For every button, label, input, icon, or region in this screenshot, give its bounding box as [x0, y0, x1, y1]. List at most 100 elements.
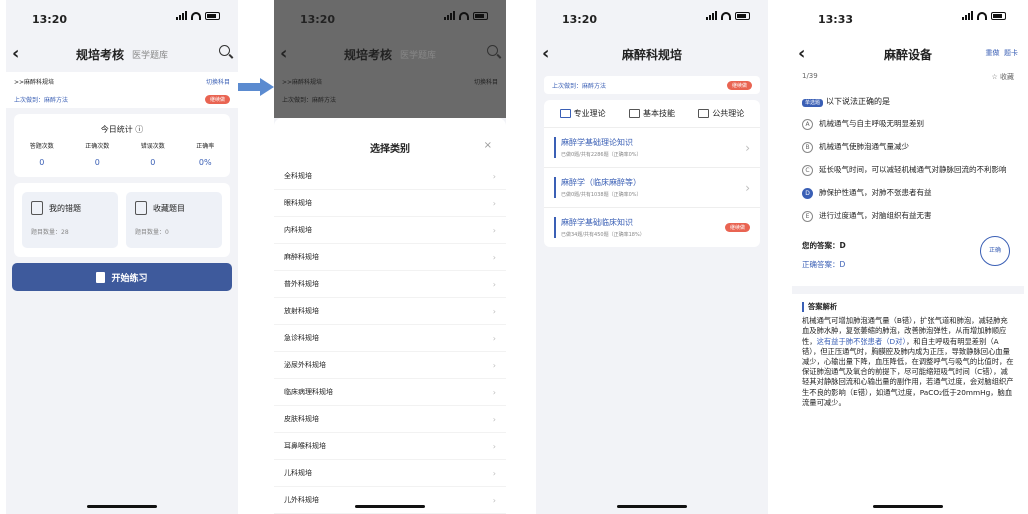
redo-button[interactable]: 重做: [986, 49, 1000, 57]
back-icon[interactable]: ‹: [12, 43, 19, 64]
category-option[interactable]: 儿科规培 ›: [274, 460, 506, 487]
course-name: >>麻醉科规培: [14, 78, 55, 86]
last-done-text: 上次做到：麻醉方法: [14, 96, 69, 104]
my-lists-card: 我的错题 题目数量：28 收藏题目 题目数量：0: [14, 183, 230, 257]
dim-overlay[interactable]: 13:20 ‹ 规培考核 医学题库 >>麻醉科规培 切换科目 上次做到：麻醉方法: [274, 0, 506, 118]
chevron-right-icon: ›: [492, 468, 496, 478]
choice-a[interactable]: A 机械通气与自主呼吸无明显差别: [792, 113, 1024, 136]
home-indicator: [617, 505, 687, 508]
category-option[interactable]: 内科规培 ›: [274, 217, 506, 244]
chevron-right-icon: ›: [492, 252, 496, 262]
wrong-questions-tile[interactable]: 我的错题 题目数量：28: [22, 192, 118, 248]
arrow-icon: [238, 78, 274, 96]
continue-badge[interactable]: 继续做: [726, 80, 752, 90]
category-option[interactable]: 耳鼻喉科规培 ›: [274, 433, 506, 460]
category-item[interactable]: 麻醉学基础临床知识 已做34题/共有450题（正确率18%） 继续做: [544, 207, 760, 247]
home-indicator: [355, 505, 425, 508]
signal-icon: [962, 11, 973, 20]
correct-answer: 正确答案：D: [802, 260, 846, 269]
category-option[interactable]: 皮肤科规培 ›: [274, 406, 506, 433]
choice-c[interactable]: C 延长吸气时间，可以减轻机械通气对静脉回流的不利影响: [792, 159, 1024, 182]
correct-stamp: 正确: [980, 236, 1010, 266]
signal-icon: [706, 11, 717, 20]
nav-bar: ‹ 规培考核 医学题库: [6, 40, 238, 68]
chevron-right-icon: ›: [492, 333, 496, 343]
search-icon[interactable]: [219, 45, 230, 56]
signal-icon: [176, 11, 187, 20]
choice-d[interactable]: D 肺保护性通气，对肺不张患者有益: [792, 182, 1024, 205]
chevron-right-icon: ›: [492, 387, 496, 397]
continue-badge[interactable]: 继续做: [204, 94, 230, 104]
favorite-button[interactable]: ☆ 收藏: [991, 72, 1014, 82]
stat-rate: 正确率 0%: [196, 143, 215, 167]
bookmark-icon: [135, 201, 147, 215]
chevron-right-icon: ›: [492, 495, 496, 505]
question-progress: 1/39: [802, 72, 818, 80]
category-option[interactable]: 临床病理科规培 ›: [274, 379, 506, 406]
nav-title: 麻醉科规培: [621, 47, 682, 62]
phone-home: 13:20 ‹ 规培考核 医学题库 >>麻醉科规培 切换科目 上次做到：麻醉方法…: [6, 0, 238, 514]
wifi-icon: [721, 11, 731, 20]
last-done-row[interactable]: 上次做到：麻醉方法 继续做: [6, 90, 238, 108]
battery-icon: [473, 11, 488, 20]
choice-e[interactable]: E 进行过度通气，对脑组织有益无害: [792, 205, 1024, 228]
category-option[interactable]: 眼科规培 ›: [274, 190, 506, 217]
course-row: >>麻醉科规培 切换科目: [6, 72, 238, 90]
choice-b[interactable]: B 机械通气使肺泡通气量减少: [792, 136, 1024, 159]
battery-icon: [205, 11, 220, 20]
battery-icon: [735, 11, 750, 20]
nav-title[interactable]: 规培考核: [76, 46, 124, 63]
category-option[interactable]: 麻醉科规培 ›: [274, 244, 506, 271]
battery-icon: [991, 11, 1006, 20]
answer-block: 您的答案：D 正确答案：D 正确: [792, 228, 1024, 280]
answer-card-button[interactable]: 题卡: [1004, 49, 1018, 57]
status-bar: 13:20: [6, 0, 238, 40]
category-item[interactable]: 麻醉学基础理论知识 已做0题/共有2286题（正确率0%） ›: [544, 127, 760, 167]
category-option[interactable]: 儿外科规培 ›: [274, 487, 506, 514]
wifi-icon: [459, 11, 469, 20]
home-indicator: [87, 505, 157, 508]
continue-badge[interactable]: 继续做: [724, 223, 750, 232]
category-option[interactable]: 急诊科规培 ›: [274, 325, 506, 352]
category-option[interactable]: 全科规培 ›: [274, 163, 506, 190]
explanation-title: 答案解析: [802, 302, 1014, 313]
sheet-title: 选择类别 ×: [370, 140, 492, 155]
chevron-right-icon: ›: [492, 441, 496, 451]
back-icon[interactable]: ‹: [798, 43, 805, 64]
tab-basic-skills[interactable]: 基本技能: [628, 108, 675, 119]
practice-icon: [96, 271, 106, 283]
chevron-right-icon: ›: [745, 180, 750, 195]
category-option[interactable]: 普外科规培 ›: [274, 271, 506, 298]
favorite-questions-tile[interactable]: 收藏题目 题目数量：0: [126, 192, 222, 248]
switch-subject-link[interactable]: 切换科目: [206, 77, 230, 86]
notebook-icon: [31, 201, 43, 215]
nav-title: 麻醉设备: [883, 47, 932, 62]
layers-icon: [628, 109, 640, 118]
category-item[interactable]: 麻醉学（临床麻醉等） 已做0题/共有1038题（正确率0%） ›: [544, 167, 760, 207]
book-icon: [559, 109, 571, 118]
start-practice-button[interactable]: 开始练习: [12, 263, 232, 291]
chevron-right-icon: ›: [492, 306, 496, 316]
chevron-right-icon: ›: [492, 198, 496, 208]
back-icon[interactable]: ‹: [542, 43, 549, 64]
stat-answers: 答题次数 0: [29, 143, 54, 167]
category-option[interactable]: 泌尿外科规培 ›: [274, 352, 506, 379]
chevron-right-icon: ›: [492, 360, 496, 370]
nav-subtab[interactable]: 医学题库: [132, 48, 168, 61]
chevron-right-icon: ›: [492, 171, 496, 181]
wifi-icon: [977, 11, 987, 20]
category-option[interactable]: 放射科规培 ›: [274, 298, 506, 325]
close-icon[interactable]: ×: [484, 140, 492, 151]
last-done-row[interactable]: 上次做到：麻醉方法 继续做: [544, 76, 760, 94]
question-type-badge: 单选题: [802, 99, 824, 107]
phone-question: 13:33 ‹ 麻醉设备 重做 题卡 1/39 ☆ 收藏 单选题 以下说法正确的是…: [792, 0, 1024, 514]
tab-public-theory[interactable]: 公共理论: [698, 108, 744, 119]
question-header: 1/39 ☆ 收藏: [792, 68, 1024, 86]
chevron-right-icon: ›: [492, 225, 496, 235]
subject-tabs: 专业理论 基本技能 公共理论: [544, 100, 760, 127]
tab-professional-theory[interactable]: 专业理论: [559, 108, 606, 119]
home-indicator: [873, 505, 943, 508]
chevron-right-icon: ›: [492, 414, 496, 424]
phone-subject: 13:20 ‹ 麻醉科规培 上次做到：麻醉方法 继续做 专业理论 基本技能 公共…: [536, 0, 768, 514]
phone-category-sheet: 13:20 ‹ 规培考核 医学题库 >>麻醉科规培 切换科目 上次做到：麻醉方法…: [274, 0, 506, 514]
